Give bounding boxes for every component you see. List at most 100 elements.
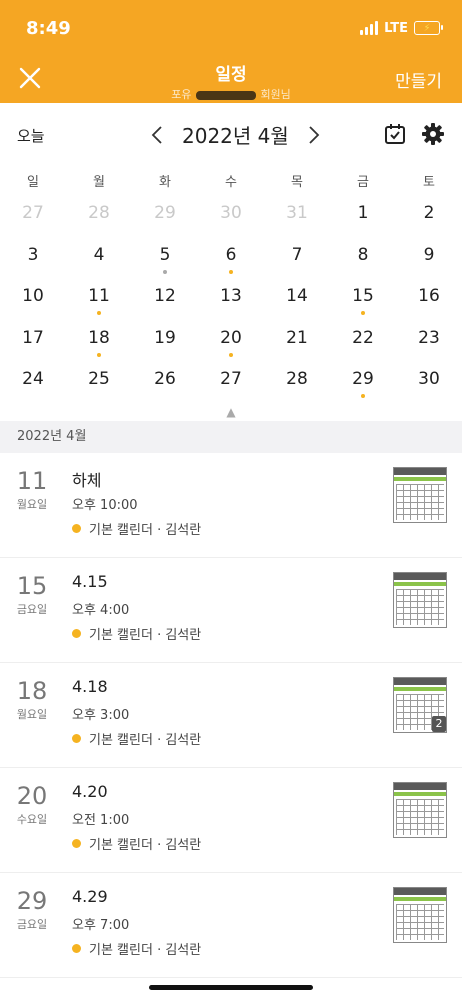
weekday-label: 금 xyxy=(357,174,369,190)
day-cell[interactable]: 30 xyxy=(396,361,462,403)
app-header: 8:49 LTE ⚡ 일정 포유 회원님 만들기 xyxy=(0,0,462,103)
event-calendar-label: 기본 캘린더 · 김석란 xyxy=(89,627,202,643)
day-cell[interactable]: 22 xyxy=(330,320,396,362)
day-cell[interactable]: 26 xyxy=(132,361,198,403)
day-cell[interactable]: 28 xyxy=(66,195,132,237)
day-cell[interactable]: 10 xyxy=(0,278,66,320)
event-day-number: 20 xyxy=(16,781,48,810)
event-item[interactable]: 11 월요일 하체 오후 10:00 기본 캘린더 · 김석란 xyxy=(0,453,462,558)
status-time: 8:49 xyxy=(26,17,71,39)
event-item[interactable]: 15 금요일 4.15 오후 4:00 기본 캘린더 · 김석란 xyxy=(0,558,462,663)
event-calendar: 기본 캘린더 · 김석란 xyxy=(72,729,201,748)
day-cell[interactable]: 6 xyxy=(198,237,264,279)
day-cell[interactable]: 25 xyxy=(66,361,132,403)
header-title-group: 일정 포유 회원님 xyxy=(0,60,462,102)
day-cell[interactable]: 7 xyxy=(264,237,330,279)
photo-count-badge: 2 xyxy=(432,715,446,732)
chevron-right-icon[interactable] xyxy=(307,125,321,145)
day-cell[interactable]: 15 xyxy=(330,278,396,320)
event-time: 오후 4:00 xyxy=(72,602,130,618)
calendar-color-dot xyxy=(72,838,81,848)
gear-icon[interactable] xyxy=(421,122,445,146)
day-cell[interactable]: 27 xyxy=(198,361,264,403)
day-cell[interactable]: 14 xyxy=(264,278,330,320)
subtitle-right: 회원님 xyxy=(260,88,291,101)
day-cell[interactable]: 28 xyxy=(264,361,330,403)
event-item[interactable]: 29 금요일 4.29 오후 7:00 기본 캘린더 · 김석란 xyxy=(0,873,462,978)
event-calendar: 기본 캘린더 · 김석란 xyxy=(72,939,201,958)
day-cell[interactable]: 3 xyxy=(0,237,66,279)
collapse-arrow-icon[interactable]: ▲ xyxy=(0,403,462,421)
event-dot xyxy=(229,269,233,274)
event-calendar-label: 기본 캘린더 · 김석란 xyxy=(89,732,202,748)
weekday-label: 목 xyxy=(291,174,303,190)
event-thumbnail[interactable] xyxy=(393,886,447,943)
event-time: 오전 1:00 xyxy=(72,812,130,828)
event-dot xyxy=(97,311,101,315)
battery-icon: ⚡ xyxy=(414,21,443,35)
event-thumbnail[interactable]: 2 xyxy=(393,676,447,733)
day-cell[interactable]: 16 xyxy=(396,278,462,320)
event-thumbnail[interactable] xyxy=(393,571,447,628)
weekday-label: 월 xyxy=(93,174,105,190)
page-title: 일정 xyxy=(215,65,247,85)
day-cell[interactable]: 17 xyxy=(0,320,66,362)
chevron-left-icon[interactable] xyxy=(150,125,164,145)
event-calendar: 기본 캘린더 · 김석란 xyxy=(72,519,201,538)
month-title: 2022년 4월 xyxy=(182,124,289,148)
event-calendar-label: 기본 캘린더 · 김석란 xyxy=(89,942,202,958)
day-cell[interactable]: 9 xyxy=(396,237,462,279)
day-cell[interactable]: 24 xyxy=(0,361,66,403)
event-thumbnail[interactable] xyxy=(393,466,447,523)
day-cell[interactable]: 29 xyxy=(132,195,198,237)
calendar-color-dot xyxy=(72,523,81,533)
calendar-check-icon[interactable] xyxy=(383,122,407,146)
event-day-number: 15 xyxy=(16,571,48,600)
weekday-label: 일 xyxy=(27,174,39,190)
event-date: 15 금요일 xyxy=(0,572,64,617)
day-cell[interactable]: 31 xyxy=(264,195,330,237)
event-title: 4.15 xyxy=(72,571,108,591)
event-day-number: 18 xyxy=(16,676,48,705)
day-cell[interactable]: 5 xyxy=(132,237,198,279)
day-cell[interactable]: 11 xyxy=(66,278,132,320)
calendar-color-dot xyxy=(72,943,81,953)
day-cell[interactable]: 18 xyxy=(66,320,132,362)
event-dot xyxy=(229,352,233,357)
day-cell[interactable]: 19 xyxy=(132,320,198,362)
day-cell[interactable]: 4 xyxy=(66,237,132,279)
event-weekday: 수요일 xyxy=(16,812,48,826)
event-weekday: 금요일 xyxy=(16,917,48,931)
account-subtitle: 포유 회원님 xyxy=(0,86,462,102)
day-cell[interactable]: 12 xyxy=(132,278,198,320)
event-title: 하체 xyxy=(72,470,102,490)
create-button[interactable]: 만들기 xyxy=(395,67,442,92)
day-cell[interactable]: 30 xyxy=(198,195,264,237)
day-cell[interactable]: 2 xyxy=(396,195,462,237)
status-indicators: LTE ⚡ xyxy=(360,21,443,36)
day-cell[interactable]: 27 xyxy=(0,195,66,237)
event-weekday: 월요일 xyxy=(16,497,48,511)
weekday-header: 일월화수목금토 xyxy=(0,165,462,195)
event-dot xyxy=(361,311,365,315)
weekday-label: 토 xyxy=(423,174,435,190)
signal-icon xyxy=(360,21,379,35)
event-calendar-label: 기본 캘린더 · 김석란 xyxy=(89,522,202,538)
home-indicator xyxy=(149,985,313,990)
event-item[interactable]: 20 수요일 4.20 오전 1:00 기본 캘린더 · 김석란 xyxy=(0,768,462,873)
event-weekday: 금요일 xyxy=(16,602,48,616)
subtitle-left: 포유 xyxy=(171,88,192,101)
weekday-label: 수 xyxy=(225,174,237,190)
event-thumbnail[interactable] xyxy=(393,781,447,838)
day-cell[interactable]: 13 xyxy=(198,278,264,320)
day-cell[interactable]: 8 xyxy=(330,237,396,279)
day-cell[interactable]: 20 xyxy=(198,320,264,362)
today-button[interactable]: 오늘 xyxy=(17,125,45,146)
event-day-number: 11 xyxy=(16,466,48,495)
day-cell[interactable]: 29 xyxy=(330,361,396,403)
event-item[interactable]: 18 월요일 4.18 오후 3:00 기본 캘린더 · 김석란 2 xyxy=(0,663,462,768)
day-cell[interactable]: 21 xyxy=(264,320,330,362)
day-cell[interactable]: 1 xyxy=(330,195,396,237)
day-cell[interactable]: 23 xyxy=(396,320,462,362)
week-row: 3456789 xyxy=(0,237,462,279)
